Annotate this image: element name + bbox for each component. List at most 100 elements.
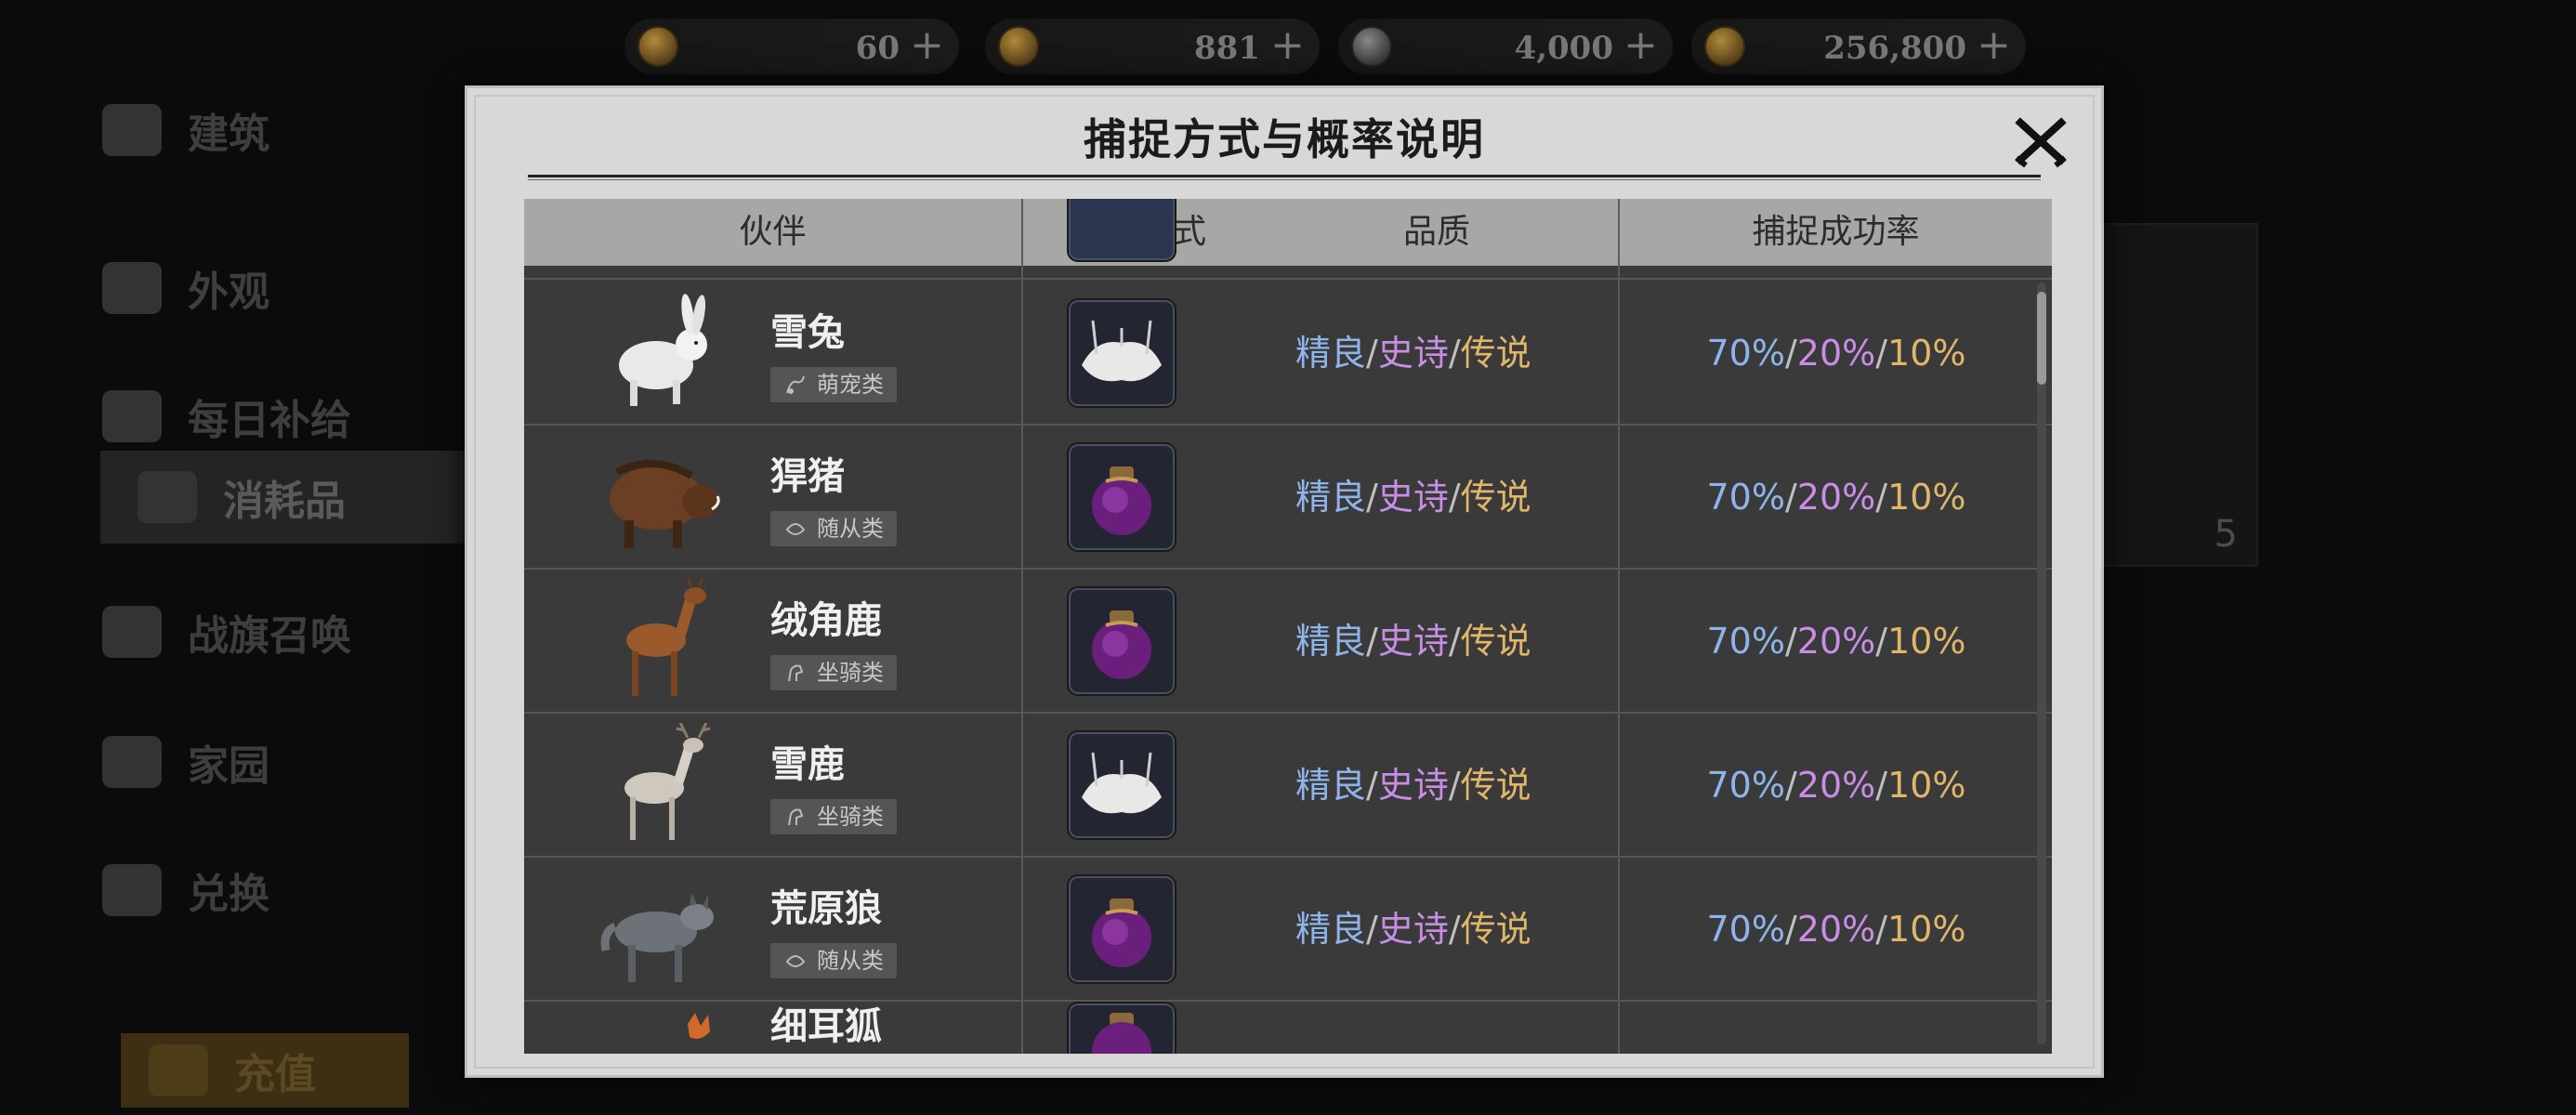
quality-fine: 精良 xyxy=(1295,621,1367,662)
rate-legendary: 10% xyxy=(1887,909,1966,950)
boar-image xyxy=(610,460,720,548)
sidebar-item-appearance[interactable]: 外观 xyxy=(102,242,455,334)
table-row[interactable]: 细耳狐 xyxy=(524,1002,2052,1054)
capture-pouch-item xyxy=(1067,586,1176,696)
add-currency-button[interactable]: + xyxy=(1623,22,1658,69)
scrollbar-thumb[interactable] xyxy=(2037,292,2046,385)
pet-icon xyxy=(786,375,805,394)
capture-pouch-item xyxy=(1067,442,1176,552)
recharge-button[interactable]: 充值 xyxy=(121,1033,409,1108)
calendar-icon xyxy=(102,390,162,442)
rate-legendary: 10% xyxy=(1887,765,1966,806)
building-icon xyxy=(102,104,162,156)
sidebar-item-label: 外观 xyxy=(188,269,269,316)
velvet-deer-image xyxy=(626,579,706,696)
sidebar-item-label: 消耗品 xyxy=(223,478,346,525)
table-body[interactable]: 雪兔 萌宠类 精良/史诗/传说 70%/20%/10% 猂猪 随从类 精良/史诗… xyxy=(524,199,2052,1054)
purple-pouch-icon xyxy=(1092,899,1151,967)
success-rate: 70%/20%/10% xyxy=(1621,714,2052,858)
currency-1: 60 + xyxy=(624,19,959,74)
separator: / xyxy=(1875,477,1888,518)
sidebar-item-consumables[interactable]: 消耗品 xyxy=(100,451,472,544)
banner-icon xyxy=(102,606,162,658)
add-currency-button[interactable]: + xyxy=(1977,22,2011,69)
table-row-partial xyxy=(524,199,2052,280)
follower-icon xyxy=(785,523,806,535)
partner-name: 荒原狼 xyxy=(770,887,882,930)
currency-3: 4,000 + xyxy=(1338,19,1673,74)
currency-4: 256,800 + xyxy=(1691,19,2026,74)
partner-name: 猂猪 xyxy=(770,455,845,498)
category-badge: 萌宠类 xyxy=(770,367,897,402)
category-label: 随从类 xyxy=(817,516,884,542)
partner-name: 绒角鹿 xyxy=(770,599,882,642)
sidebar-item-daily-supply[interactable]: 每日补给 xyxy=(102,370,455,463)
currency-value: 60 xyxy=(855,30,900,67)
rate-fine: 70% xyxy=(1706,765,1785,806)
net-trap-item xyxy=(1067,298,1176,408)
shop-sidebar: 建筑 外观 每日补给 消耗品 战旗召唤 家园 兑换 充值 xyxy=(0,84,472,1115)
quality-epic: 史诗 xyxy=(1377,477,1449,518)
success-rate: 70%/20%/10% xyxy=(1621,858,2052,1002)
separator: / xyxy=(1366,333,1378,374)
table-scrollbar[interactable] xyxy=(2037,282,2046,1044)
separator: / xyxy=(1448,333,1461,374)
category-label: 随从类 xyxy=(817,948,884,974)
recharge-icon xyxy=(149,1044,208,1096)
rate-fine: 70% xyxy=(1706,621,1785,662)
partner-name: 雪鹿 xyxy=(770,743,845,786)
capture-item-icon xyxy=(1067,199,1176,262)
partner-name: 雪兔 xyxy=(770,311,845,354)
sidebar-item-home[interactable]: 家园 xyxy=(102,715,455,808)
quality-fine: 精良 xyxy=(1295,477,1367,518)
table-row[interactable]: 绒角鹿 坐骑类 精良/史诗/传说 70%/20%/10% xyxy=(524,570,2052,714)
separator: / xyxy=(1875,333,1888,374)
separator: / xyxy=(1448,765,1461,806)
separator: / xyxy=(1875,909,1888,950)
capture-table: 伙伴 捕捉方式 品质 捕捉成功率 xyxy=(524,199,2052,1054)
snow-deer-image xyxy=(624,723,711,840)
quality-epic: 史诗 xyxy=(1377,621,1449,662)
quality-list: 精良/史诗/传说 xyxy=(1295,426,1531,570)
fennec-fox-image xyxy=(688,1013,710,1039)
separator: / xyxy=(1366,909,1378,950)
capture-probability-dialog: 捕捉方式与概率说明 伙伴 捕捉方式 品质 捕捉成功率 xyxy=(465,85,2104,1078)
capture-pouch-item xyxy=(1067,1002,1176,1054)
table-row[interactable]: 雪鹿 坐骑类 精良/史诗/传说 70%/20%/10% xyxy=(524,714,2052,858)
table-row[interactable]: 猂猪 随从类 精良/史诗/传说 70%/20%/10% xyxy=(524,426,2052,570)
add-currency-button[interactable]: + xyxy=(1270,22,1305,69)
quality-epic: 史诗 xyxy=(1377,333,1449,374)
quality-list: 精良/史诗/传说 xyxy=(1295,714,1531,858)
shop-item-card[interactable]: 5 xyxy=(2100,223,2258,567)
dialog-title: 捕捉方式与概率说明 xyxy=(1084,114,1485,164)
close-button[interactable] xyxy=(2011,112,2070,171)
sidebar-item-building[interactable]: 建筑 xyxy=(102,84,455,177)
success-rate: 70%/20%/10% xyxy=(1621,282,2052,426)
copper-coin-icon xyxy=(998,26,1039,67)
purple-pouch-icon xyxy=(1092,466,1151,535)
title-divider xyxy=(528,175,2041,180)
net-trap-item xyxy=(1067,730,1176,840)
follower-icon xyxy=(785,955,806,967)
success-rate: 70%/20%/10% xyxy=(1621,426,2052,570)
sidebar-item-label: 建筑 xyxy=(188,111,269,158)
rate-epic: 20% xyxy=(1796,333,1876,374)
sidebar-item-exchange[interactable]: 兑换 xyxy=(102,844,455,937)
table-row[interactable]: 雪兔 萌宠类 精良/史诗/传说 70%/20%/10% xyxy=(524,282,2052,426)
snow-rabbit-image xyxy=(619,294,707,406)
separator: / xyxy=(1784,333,1797,374)
separator: / xyxy=(1784,765,1797,806)
separator: / xyxy=(1875,765,1888,806)
table-row[interactable]: 荒原狼 随从类 精良/史诗/传说 70%/20%/10% xyxy=(524,858,2052,1002)
quality-epic: 史诗 xyxy=(1377,909,1449,950)
separator: / xyxy=(1784,909,1797,950)
net-trap-icon xyxy=(1082,752,1162,814)
quality-list: 精良/史诗/传说 xyxy=(1295,570,1531,714)
currency-bar: 60 + 881 + 4,000 + 256,800 + xyxy=(0,13,2576,80)
add-currency-button[interactable]: + xyxy=(910,22,944,69)
sidebar-item-banner-summon[interactable]: 战旗召唤 xyxy=(102,585,455,678)
capture-pouch-item xyxy=(1067,874,1176,984)
quality-list: 精良/史诗/传说 xyxy=(1295,282,1531,426)
rate-legendary: 10% xyxy=(1887,621,1966,662)
separator: / xyxy=(1448,621,1461,662)
